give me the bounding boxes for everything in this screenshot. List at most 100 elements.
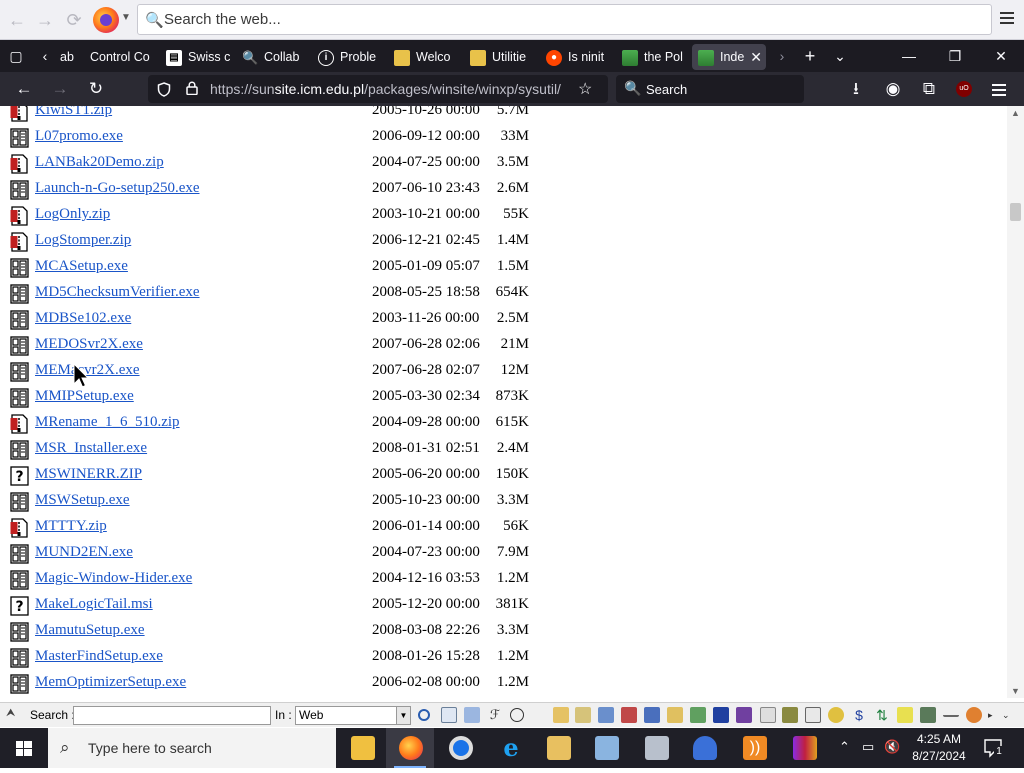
back-arrow-icon[interactable]: ← (6, 9, 28, 31)
tab-2[interactable]: ▤ Swiss c (160, 44, 232, 70)
network-icon[interactable]: ▭ (862, 739, 874, 755)
forward-arrow-icon[interactable]: → (48, 78, 72, 100)
file-link[interactable]: KiwiST1.zip (35, 106, 112, 119)
script-icon[interactable]: ℱ (487, 707, 503, 723)
tool-icon[interactable] (805, 707, 821, 723)
collapse-toolbar-icon[interactable]: ⮝ (6, 707, 15, 720)
firefox-app[interactable] (386, 728, 434, 768)
close-tab-icon[interactable]: ✕ (750, 44, 762, 70)
navbar-search-input[interactable]: 🔍 Search (616, 75, 804, 103)
dropdown-arrow-icon[interactable]: ▼ (396, 707, 410, 724)
toolbar-menu-icon[interactable] (998, 9, 1016, 31)
binary-file-icon[interactable] (10, 674, 29, 694)
tab-scroll-left-icon[interactable]: ‹ (34, 40, 56, 72)
tool-icon[interactable] (966, 707, 982, 723)
transfer-icon[interactable]: ⇅ (874, 707, 890, 723)
vertical-scrollbar[interactable]: ▲ ▼ (1007, 106, 1024, 698)
file-link[interactable]: MUND2EN.exe (35, 544, 133, 561)
internet-explorer-app[interactable]: e (486, 728, 534, 768)
binary-file-icon[interactable] (10, 180, 29, 200)
file-link[interactable]: MCASetup.exe (35, 258, 128, 275)
file-link[interactable]: Magic-Window-Hider.exe (35, 570, 192, 587)
volume-muted-icon[interactable]: 🔇 (884, 739, 900, 755)
system-clock[interactable]: 4:25 AM 8/27/2024 (906, 731, 972, 765)
start-button[interactable] (0, 728, 48, 768)
unknown-file-icon[interactable]: ? (10, 466, 29, 486)
binary-file-icon[interactable] (10, 648, 29, 668)
tab-3[interactable]: 🔍 Collab (236, 44, 308, 70)
unknown-file-icon[interactable]: ? (10, 596, 29, 616)
back-arrow-icon[interactable]: ← (12, 78, 36, 100)
reload-icon[interactable]: ⟳ (63, 9, 85, 31)
binary-file-icon[interactable] (10, 492, 29, 512)
tab-overview-icon[interactable]: ▢ (4, 40, 28, 72)
app-launcher[interactable] (534, 728, 582, 768)
tab-5[interactable]: Welco (388, 44, 460, 70)
file-link[interactable]: MemOptimizerSetup.exe (35, 674, 186, 691)
file-link[interactable]: MakeLogicTail.msi (35, 596, 153, 613)
show-hidden-icons-chevron-icon[interactable]: ⌃ (839, 739, 850, 755)
app-launcher[interactable] (632, 728, 680, 768)
taskbar-search-box[interactable]: ⌕ Type here to search (48, 728, 336, 768)
new-tab-icon[interactable]: + (798, 40, 822, 72)
scroll-down-icon[interactable]: ▼ (1007, 686, 1024, 696)
app-launcher[interactable] (680, 728, 728, 768)
file-link[interactable]: Launch-n-Go-setup250.exe (35, 180, 200, 197)
toolbar-options-icon[interactable]: ⌄ (1002, 707, 1018, 723)
tab-4[interactable]: i Proble (312, 44, 384, 70)
list-tabs-chevron-icon[interactable]: ⌄ (828, 40, 852, 72)
file-link[interactable]: MDBSe102.exe (35, 310, 131, 327)
bookmark-star-icon[interactable]: ☆ (578, 79, 592, 99)
bottom-search-input[interactable] (73, 706, 271, 725)
tab-8[interactable]: the Pol (616, 44, 690, 70)
tool-icon[interactable] (736, 707, 752, 723)
url-bar[interactable]: https://sunsite.icm.edu.pl/packages/wins… (148, 75, 608, 103)
binary-file-icon[interactable] (10, 544, 29, 564)
tab-6[interactable]: Utilitie (464, 44, 536, 70)
folder-icon[interactable] (553, 707, 569, 723)
file-link[interactable]: MamutuSetup.exe (35, 622, 145, 639)
notification-center-icon[interactable]: 1 (982, 737, 1004, 759)
binary-file-icon[interactable] (10, 388, 29, 408)
tool-icon[interactable] (621, 707, 637, 723)
tool-icon[interactable] (690, 707, 706, 723)
lightbulb-icon[interactable] (828, 707, 844, 723)
account-icon[interactable]: ◉ (881, 78, 905, 100)
tab-0[interactable]: ab (56, 44, 82, 70)
dollar-icon[interactable]: $ (851, 707, 867, 723)
reload-icon[interactable]: ↻ (84, 78, 108, 100)
tool-icon[interactable] (782, 707, 798, 723)
firefox-menu-dropdown-icon[interactable]: ▼ (121, 12, 131, 23)
tool-icon[interactable] (943, 707, 959, 717)
file-explorer-app[interactable] (338, 728, 386, 768)
tool-icon[interactable] (920, 707, 936, 723)
file-link[interactable]: L07promo.exe (35, 128, 123, 145)
file-link[interactable]: LogStomper.zip (35, 232, 131, 249)
binary-file-icon[interactable] (10, 440, 29, 460)
tab-7[interactable]: ● Is ninit (540, 44, 614, 70)
file-link[interactable]: LogOnly.zip (35, 206, 110, 223)
clipboard-icon[interactable] (760, 707, 776, 723)
compressed-file-icon[interactable] (10, 518, 29, 538)
binary-file-icon[interactable] (10, 570, 29, 590)
file-link[interactable]: MEDOSvr2X.exe (35, 336, 143, 353)
compressed-file-icon[interactable] (10, 106, 29, 122)
file-link[interactable]: MRename_1_6_510.zip (35, 414, 180, 431)
firefox-logo-icon[interactable] (93, 7, 119, 33)
file-link[interactable]: MasterFindSetup.exe (35, 648, 163, 665)
compressed-file-icon[interactable] (10, 232, 29, 252)
compressed-file-icon[interactable] (10, 206, 29, 226)
forward-arrow-icon[interactable]: → (34, 9, 56, 31)
compressed-file-icon[interactable] (10, 154, 29, 174)
tool-icon[interactable] (667, 707, 683, 723)
lock-icon[interactable] (186, 81, 198, 95)
winrar-app[interactable] (780, 728, 828, 768)
at-icon[interactable] (510, 708, 524, 722)
minimize-icon[interactable]: — (886, 40, 932, 72)
shield-icon[interactable] (157, 82, 171, 97)
chrome-app[interactable] (436, 728, 484, 768)
rss-app[interactable]: )) (730, 728, 778, 768)
app-launcher[interactable] (582, 728, 630, 768)
scroll-up-icon[interactable]: ▲ (1007, 108, 1024, 118)
folders-icon[interactable] (575, 707, 591, 723)
